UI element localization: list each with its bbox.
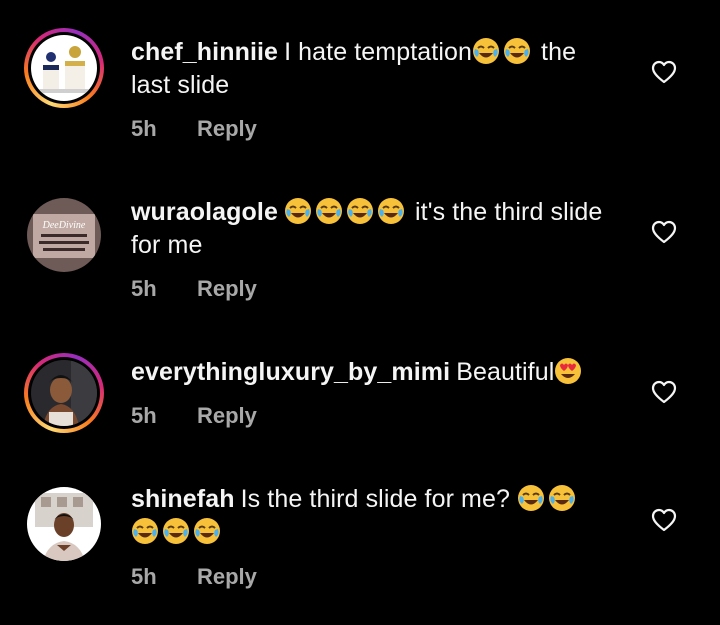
timestamp: 5h (131, 403, 157, 428)
avatar-story-ring[interactable] (24, 28, 104, 108)
username[interactable]: everythingluxury_by_mimi (131, 358, 450, 386)
avatar-frame[interactable]: DeeDivine (24, 195, 104, 275)
face-with-tears-of-joy-icon (377, 197, 405, 225)
heart-outline-icon[interactable] (651, 60, 677, 84)
face-with-tears-of-joy-icon (472, 37, 500, 65)
reply-button[interactable]: Reply (197, 564, 257, 589)
avatar[interactable]: DeeDivine (27, 198, 101, 272)
username[interactable]: wuraolagole (131, 198, 278, 226)
comment-meta: 5h Reply (131, 564, 257, 590)
timestamp: 5h (131, 116, 157, 141)
comment-meta: 5h Reply (131, 403, 257, 429)
comment-text: I hate temptation (284, 38, 472, 66)
comment-meta: 5h Reply (131, 276, 257, 302)
username[interactable]: shinefah (131, 485, 235, 513)
face-with-tears-of-joy-icon (284, 197, 312, 225)
timestamp: 5h (131, 564, 157, 589)
comment-text: Is the third slide for me? (240, 485, 510, 513)
face-with-tears-of-joy-icon (193, 517, 221, 545)
heart-outline-icon[interactable] (651, 508, 677, 532)
comment-body: shinefah Is the third slide for me? (131, 483, 621, 549)
face-with-tears-of-joy-icon (503, 37, 531, 65)
reply-button[interactable]: Reply (197, 403, 257, 428)
reply-button[interactable]: Reply (197, 276, 257, 301)
avatar[interactable] (27, 487, 101, 561)
face-with-tears-of-joy-icon (346, 197, 374, 225)
face-with-tears-of-joy-icon (548, 484, 576, 512)
comment-body: everythingluxury_by_mimi Beautiful (131, 356, 621, 389)
svg-text:DeeDivine: DeeDivine (42, 220, 86, 231)
smiling-face-with-heart-eyes-icon (554, 357, 582, 385)
timestamp: 5h (131, 276, 157, 301)
comment-body: wuraolagole it's the third slide for me (131, 196, 621, 262)
face-with-tears-of-joy-icon (131, 517, 159, 545)
face-with-tears-of-joy-icon (517, 484, 545, 512)
heart-outline-icon[interactable] (651, 380, 677, 404)
username[interactable]: chef_hinniie (131, 38, 278, 66)
comment-body: chef_hinniie I hate temptation the last s… (131, 36, 621, 102)
face-with-tears-of-joy-icon (315, 197, 343, 225)
avatar-frame[interactable] (24, 484, 104, 564)
heart-outline-icon[interactable] (651, 220, 677, 244)
reply-button[interactable]: Reply (197, 116, 257, 141)
comment-text: Beautiful (456, 358, 555, 386)
avatar-story-ring[interactable] (24, 353, 104, 433)
face-with-tears-of-joy-icon (162, 517, 190, 545)
avatar[interactable] (31, 360, 97, 426)
avatar[interactable] (31, 35, 97, 101)
comment-meta: 5h Reply (131, 116, 257, 142)
